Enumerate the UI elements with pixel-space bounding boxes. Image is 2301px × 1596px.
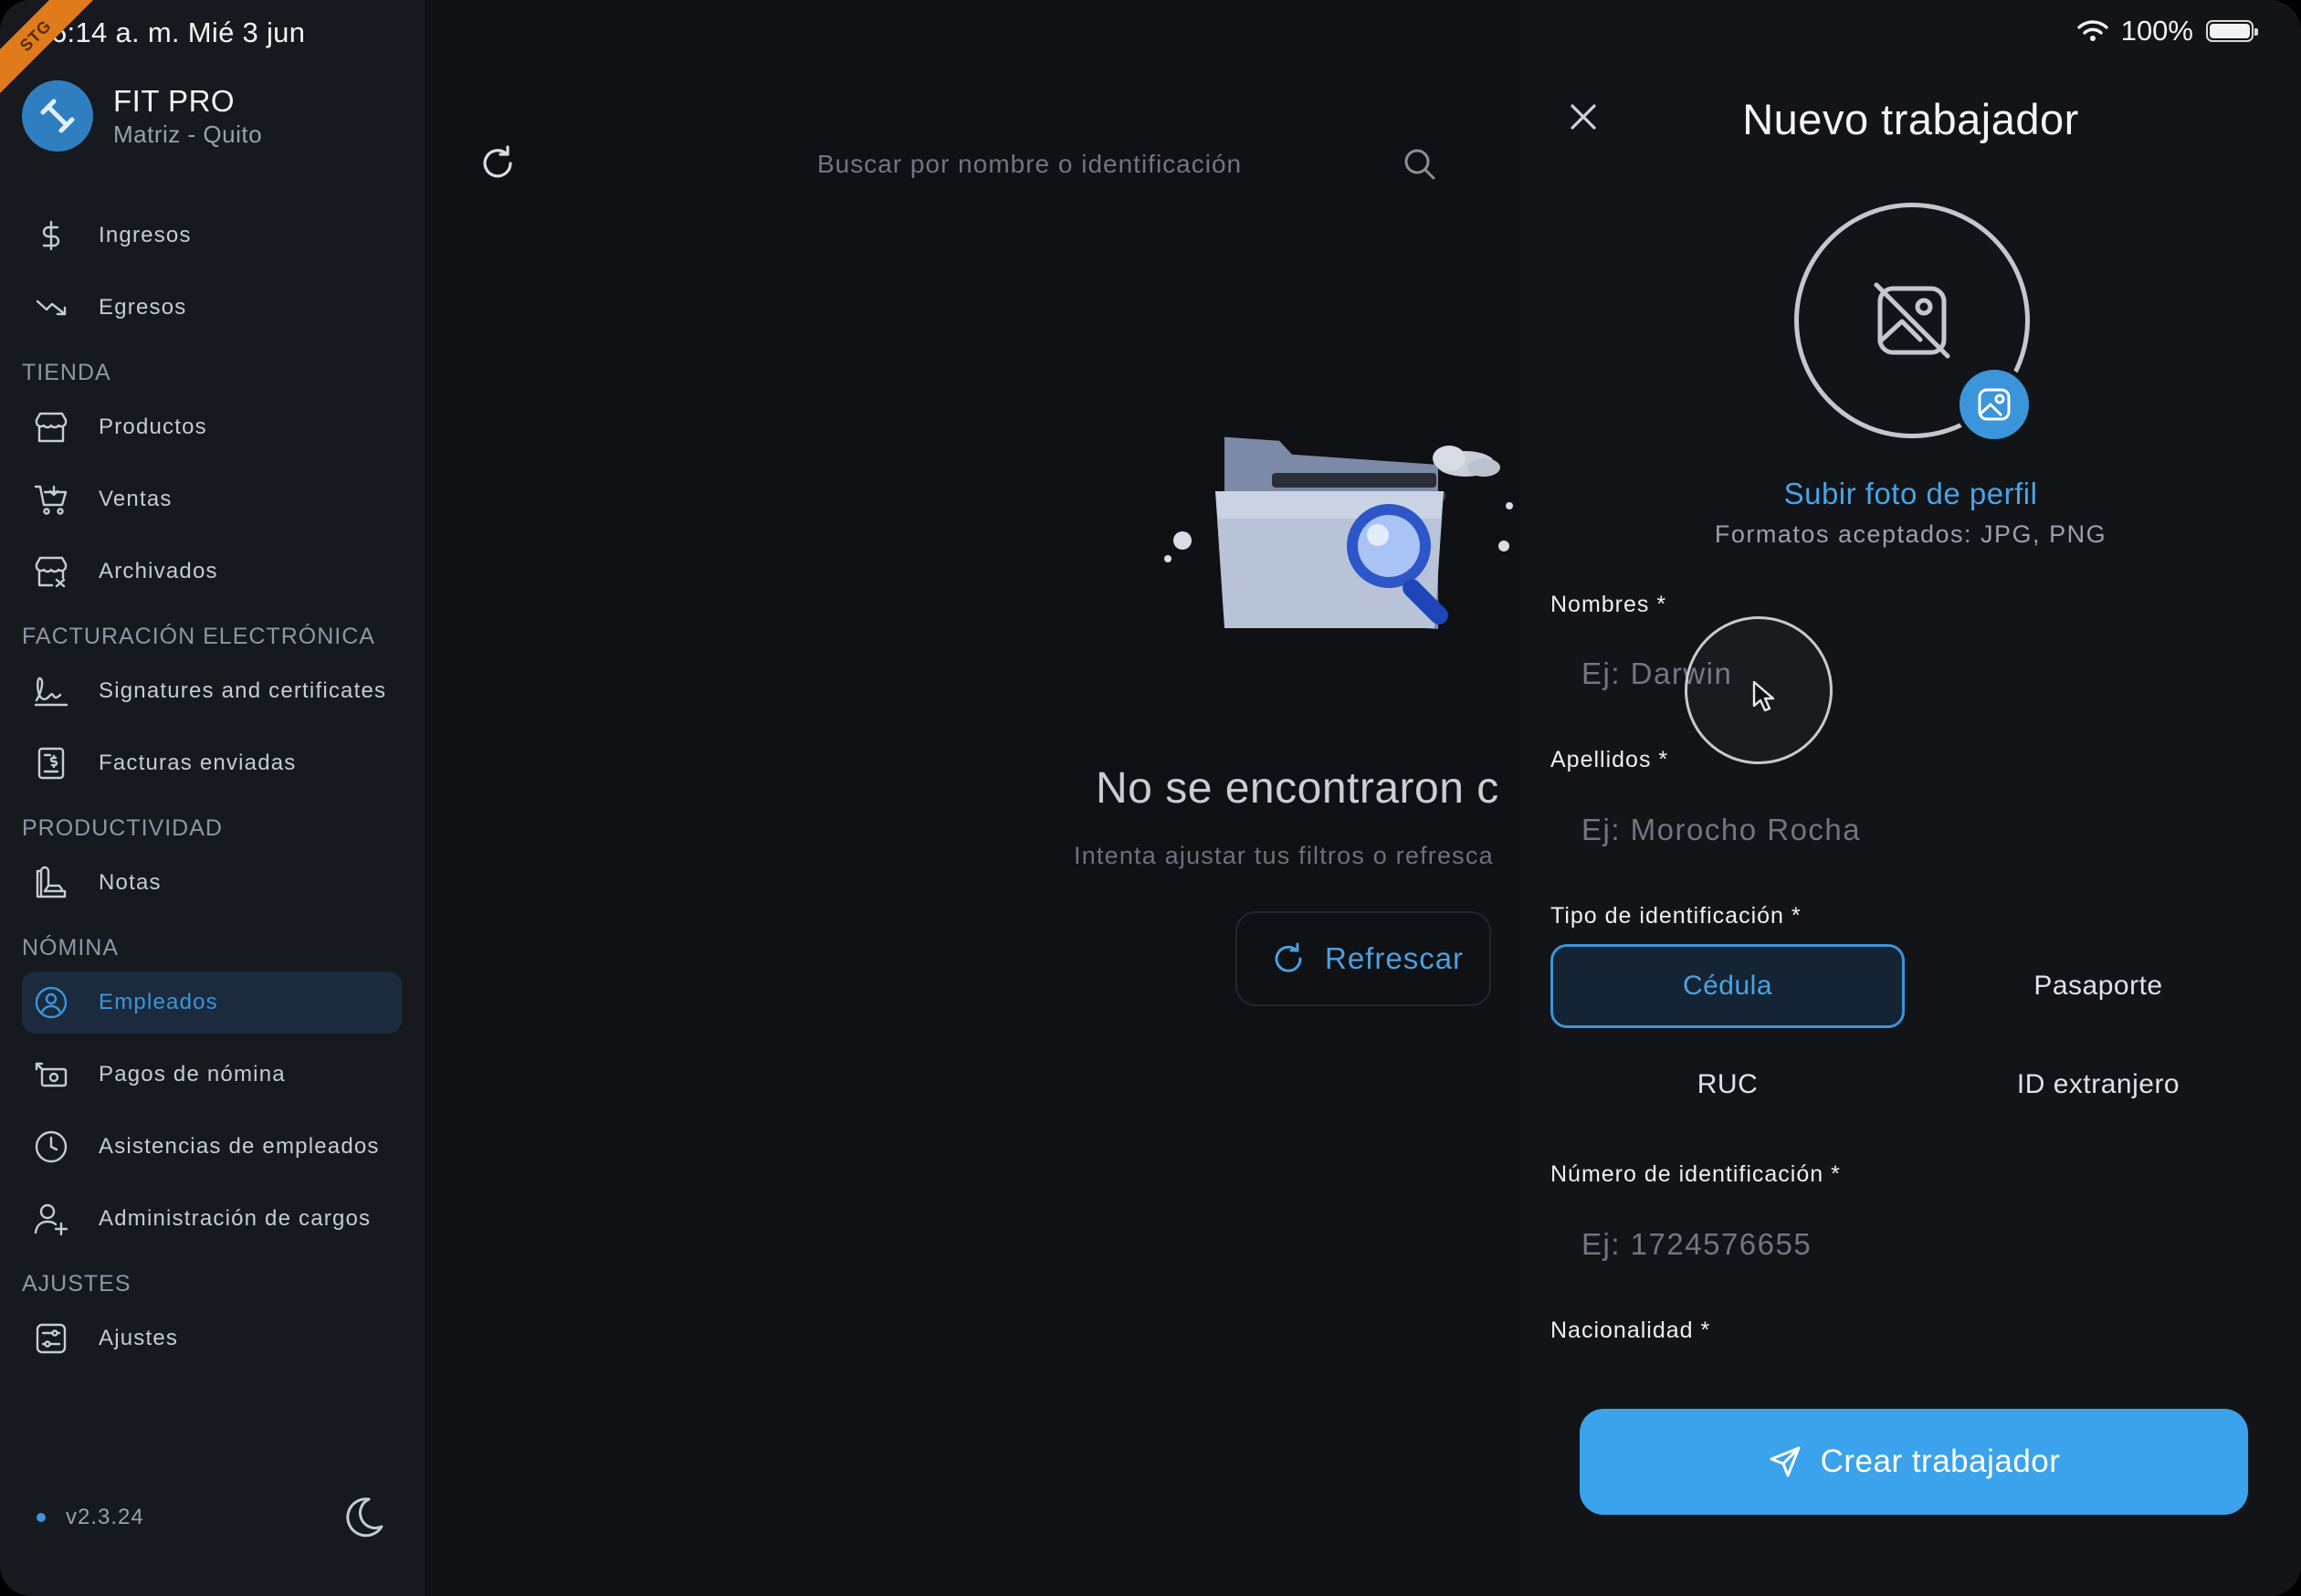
battery-icon	[2206, 20, 2258, 42]
reload-icon	[483, 145, 512, 178]
refresh-button[interactable]: Refrescar	[1235, 911, 1491, 1006]
sidebar-item-label: Facturas enviadas	[99, 751, 297, 775]
brand-location: Matriz - Quito	[113, 120, 263, 148]
wifi-icon	[2077, 20, 2108, 41]
archived-store-icon	[33, 553, 69, 590]
brand: FIT PRO Matriz - Quito	[22, 80, 262, 152]
sidebar-item-cargos[interactable]: Administración de cargos	[22, 1188, 402, 1250]
send-icon	[1770, 1446, 1801, 1477]
sidebar-item-label: Archivados	[99, 559, 218, 583]
search-input[interactable]: Buscar por nombre o identificación	[817, 150, 1242, 179]
sidebar-item-asistencias[interactable]: Asistencias de empleados	[22, 1116, 402, 1178]
battery-percent: 100%	[2120, 15, 2193, 47]
sidebar-item-label: Productos	[99, 415, 207, 439]
user-plus-icon	[33, 1201, 69, 1237]
brand-name: FIT PRO	[113, 83, 236, 118]
id-type-cedula[interactable]: Cédula	[1550, 944, 1905, 1028]
moon-icon	[346, 1497, 384, 1538]
refresh-label: Refrescar	[1325, 941, 1465, 975]
ipad-screen: STG FIT PRO Matriz - Quito Ingresos Egre…	[0, 0, 2301, 1596]
sidebar-item-facturas[interactable]: Facturas enviadas	[22, 732, 402, 794]
section-title-ajustes: AJUSTES	[22, 1271, 131, 1297]
sidebar-item-empleados[interactable]: Empleados	[22, 971, 402, 1034]
sidebar-item-ingresos[interactable]: Ingresos	[22, 205, 402, 267]
sidebar: FIT PRO Matriz - Quito Ingresos Egresos …	[0, 0, 425, 1596]
sidebar-item-productos[interactable]: Productos	[22, 396, 402, 458]
nombres-label: Nombres *	[1550, 592, 1667, 617]
create-worker-label: Crear trabajador	[1820, 1444, 2061, 1479]
sidebar-item-label: Administración de cargos	[99, 1206, 372, 1231]
pointer-cursor-icon	[1751, 680, 1775, 718]
empty-state-subtitle: Intenta ajustar tus filtros o refresca	[1074, 842, 1494, 869]
sidebar-item-label: Ventas	[99, 487, 173, 511]
clipboard-icon	[33, 865, 69, 901]
sidebar-item-label: Ingresos	[99, 223, 192, 247]
empty-folder-illustration	[1164, 422, 1520, 655]
sidebar-nav: Ingresos Egresos TIENDA Productos Ventas…	[22, 205, 402, 1380]
nombres-input[interactable]: Ej: Darwin	[1550, 633, 2272, 715]
no-image-icon	[1874, 282, 1950, 359]
id-type-ruc[interactable]: RUC	[1550, 1043, 1905, 1127]
upload-photo-button[interactable]	[1955, 365, 2033, 444]
sidebar-item-egresos[interactable]: Egresos	[22, 277, 402, 339]
id-type-pasaporte[interactable]: Pasaporte	[1921, 944, 2275, 1028]
sidebar-item-label: Notas	[99, 870, 162, 895]
section-title-tienda: TIENDA	[22, 360, 111, 385]
refresh-icon	[1275, 942, 1302, 972]
clock-icon	[33, 1129, 69, 1165]
dollar-icon	[33, 217, 69, 254]
sidebar-item-pagos-nomina[interactable]: Pagos de nómina	[22, 1044, 402, 1106]
empty-state-title: No se encontraron c	[1096, 764, 1499, 813]
signature-icon	[33, 673, 69, 709]
user-circle-icon	[33, 984, 69, 1021]
store-icon	[33, 409, 69, 446]
sidebar-item-ajustes[interactable]: Ajustes	[22, 1307, 402, 1370]
receipt-icon	[33, 745, 69, 782]
sidebar-item-label: Pagos de nómina	[99, 1062, 286, 1087]
section-title-facturacion: FACTURACIÓN ELECTRÓNICA	[22, 624, 375, 649]
numero-identificacion-input[interactable]: Ej: 1724576655	[1550, 1203, 2272, 1286]
status-indicators: 100%	[2077, 15, 2258, 47]
upload-hint: Formatos aceptados: JPG, PNG	[1714, 520, 2107, 548]
image-icon	[1978, 388, 2011, 421]
numero-identificacion-label: Número de identificación *	[1550, 1161, 1841, 1187]
id-type-extranjero[interactable]: ID extranjero	[1921, 1043, 2275, 1127]
panel-title: Nuevo trabajador	[1742, 95, 2079, 143]
sidebar-item-archivados[interactable]: Archivados	[22, 541, 402, 603]
main-content: Buscar por nombre o identificación No se…	[425, 0, 1520, 1596]
sidebar-item-signatures[interactable]: Signatures and certificates	[22, 660, 402, 722]
apellidos-label: Apellidos *	[1550, 747, 1669, 772]
sidebar-item-notas[interactable]: Notas	[22, 852, 402, 914]
trend-down-icon	[33, 289, 69, 326]
sidebar-item-ventas[interactable]: Ventas	[22, 468, 402, 530]
section-title-nomina: NÓMINA	[22, 935, 119, 961]
money-icon	[33, 1056, 69, 1093]
tipo-identificacion-label: Tipo de identificación *	[1550, 903, 1802, 929]
dark-mode-toggle[interactable]	[341, 1494, 387, 1544]
create-worker-button[interactable]: Crear trabajador	[1580, 1409, 2248, 1515]
sidebar-item-label: Egresos	[99, 295, 187, 320]
new-worker-panel: Nuevo trabajador Subir foto de perfil Fo…	[1520, 0, 2301, 1596]
section-title-productividad: PRODUCTIVIDAD	[22, 815, 223, 841]
sidebar-item-label: Empleados	[99, 990, 218, 1014]
search-bar[interactable]: Buscar por nombre o identificación	[817, 139, 1493, 190]
sidebar-item-label: Asistencias de empleados	[99, 1134, 380, 1159]
nacionalidad-label: Nacionalidad *	[1550, 1318, 1711, 1343]
settings-icon	[33, 1320, 69, 1357]
search-icon[interactable]	[1402, 146, 1438, 187]
reload-button[interactable]	[478, 143, 518, 184]
status-time: 6:14 a. m. Mié 3 jun	[51, 16, 306, 48]
dumbbell-logo-icon	[22, 80, 93, 152]
sidebar-item-label: Ajustes	[99, 1326, 179, 1350]
status-dot	[37, 1513, 46, 1522]
apellidos-input[interactable]: Ej: Morocho Rocha	[1550, 789, 2272, 871]
version-label: v2.3.24	[66, 1505, 144, 1529]
upload-photo-link[interactable]: Subir foto de perfil	[1520, 477, 2301, 511]
app-version: v2.3.24	[37, 1505, 144, 1530]
cart-icon	[33, 481, 69, 518]
sidebar-item-label: Signatures and certificates	[99, 678, 387, 703]
